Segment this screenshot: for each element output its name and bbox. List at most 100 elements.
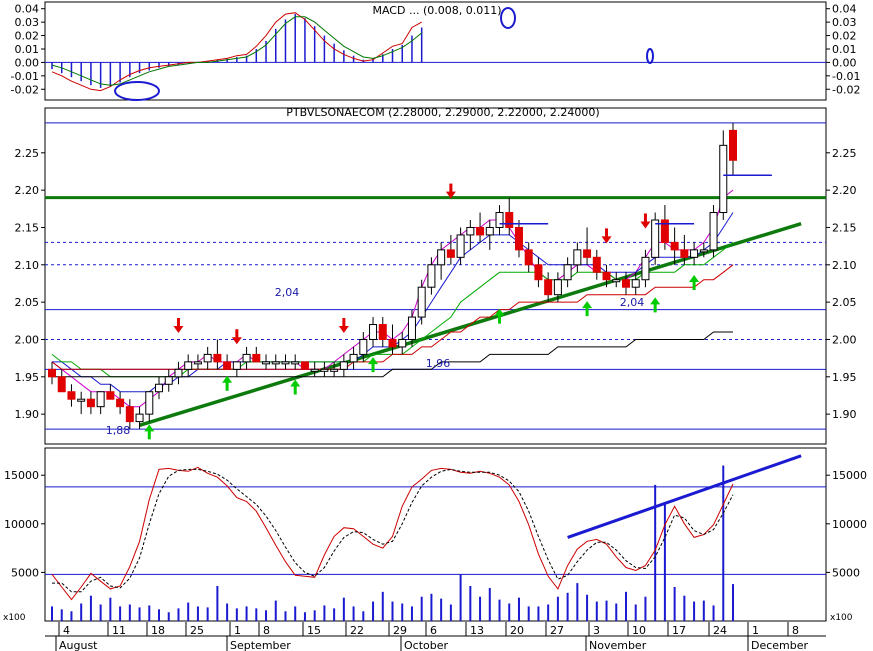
y-tick-label-right: 0.03 [832,16,857,29]
y-tick-label-left: 2.10 [15,259,40,272]
y-tick-label-left: -0.02 [11,83,39,96]
y-tick-label-right: 2.05 [832,296,857,309]
candle-body [116,398,125,408]
x-tick-label: 24 [713,624,727,637]
x-tick-label: 29 [393,624,407,637]
candle-body [641,256,650,281]
candle-body [203,353,212,363]
candle-body [281,361,290,365]
y-tick-label-left: 0.00 [15,56,40,69]
y-tick-label-right: -0.02 [832,83,860,96]
y-tick-label-left: 10000 [4,518,39,531]
y-tick-label-left: 0.04 [15,3,40,16]
candle-body [709,212,718,251]
candle-body [359,338,368,355]
candle-body [446,249,455,258]
x-tick-label: 15 [307,624,321,637]
candle-body [407,316,416,340]
technical-chart: MACD ... (0.008, 0.011) 0.04 0.04 0.03 0.03… [0,0,873,651]
candle-body [495,212,504,228]
y-tick-label-right: 2.00 [832,333,857,346]
candle-body [184,361,193,370]
x-tick-label: 18 [151,624,165,637]
candle-body [57,376,66,393]
candle-body [252,353,261,363]
candle-body [553,279,562,296]
y-tick-label-right: 0.00 [832,56,857,69]
y-tick-label-right: 15000 [832,469,867,482]
y-tick-label-right: 2.15 [832,221,857,234]
x-tick-label: 8 [792,624,799,637]
candle-body [563,264,572,281]
x-tick-label: 27 [550,624,564,637]
y-tick-label-right: 0.02 [832,30,857,43]
candle-body [612,279,621,283]
y-tick-label-left: 0.01 [15,43,40,56]
candle-body [456,234,465,258]
candle-body [48,368,56,378]
x-tick-label: 10 [632,624,646,637]
candle-body [631,279,640,288]
y-tick-label-left: 2.05 [15,296,40,309]
candle-body [398,338,407,348]
month-label: December [751,639,809,651]
candle-body [524,249,533,266]
y-tick-label-right: 1.95 [832,371,857,384]
price-annotation: 1,96 [426,357,451,370]
price-annotation: 2,04 [275,286,300,299]
candle-body [145,391,154,415]
x-tick-label: 17 [672,624,686,637]
y-tick-label-right: -0.01 [832,70,860,83]
candle-body [690,249,699,258]
macd-title: MACD ... (0.008, 0.011) [372,4,501,17]
x-tick-label: 4 [63,624,70,637]
y-tick-label-right: 0.01 [832,43,857,56]
candle-body [583,249,592,258]
candle-body [125,406,134,423]
y-tick-label-right: 10000 [832,518,867,531]
y-tick-label-left: 2.00 [15,333,40,346]
chart-background [0,0,873,651]
month-label: November [589,639,647,651]
y-tick-label-left: 15000 [4,469,39,482]
candle-body [77,398,86,402]
candle-body [514,226,523,251]
candle-body [388,338,397,348]
y-tick-label-left: 2.20 [15,184,40,197]
y-tick-label-left: 0.03 [15,16,40,29]
candle-body [320,368,329,372]
y-tick-label-right: 5000 [832,566,860,579]
candle-body [534,264,543,281]
candle-body [699,249,708,253]
candle-body [466,226,475,236]
candle-body [427,264,436,288]
y-tick-label-right: 1.90 [832,408,857,421]
x-tick-label: 6 [430,624,437,637]
candle-body [262,361,271,365]
x-tick-label: 1 [234,624,241,637]
candle-body [680,249,689,258]
candle-body [164,376,173,385]
candle-body [300,361,309,370]
chart-canvas: MACD ... (0.008, 0.011) 0.04 0.040.03 0.03… [0,0,873,651]
candle-body [602,271,611,281]
candle-body [670,241,679,251]
candle-body [174,368,183,378]
y-tick-label-left: 1.90 [15,408,40,421]
x-tick-label: 11 [112,624,126,637]
x-tick-label: 3 [593,624,600,637]
y-tick-label-left: -0.01 [11,70,39,83]
x-tick-label: 25 [190,624,204,637]
y-tick-label-left: 2.25 [15,147,40,160]
candle-body [330,368,339,372]
candle-body [592,256,601,273]
candle-body [86,398,95,408]
y-tick-label-left: 0.02 [15,30,40,43]
candle-body [437,249,446,266]
candle-body [213,353,222,363]
x-tick-label: 1 [752,624,759,637]
month-label: October [404,639,448,651]
candle-body [544,279,553,296]
candle-body [223,361,232,370]
price-annotation: 2,04 [620,296,645,309]
